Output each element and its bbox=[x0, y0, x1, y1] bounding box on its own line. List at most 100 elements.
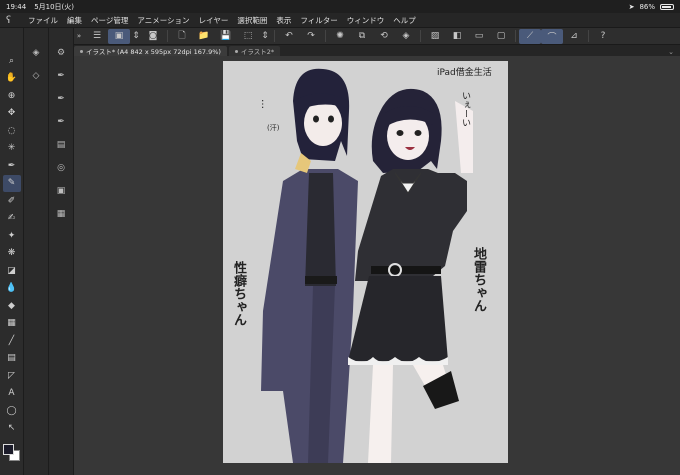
menu-file[interactable]: ファイル bbox=[28, 15, 58, 26]
snap-grid-icon[interactable]: ⊿ bbox=[563, 29, 585, 44]
pen-icon[interactable]: ✎ bbox=[2, 174, 21, 192]
status-bar: 19:44 5月10日(火) ➤ 86% bbox=[0, 0, 680, 13]
canvas-text-sweat: (汗) bbox=[267, 124, 280, 132]
clear-selection-icon[interactable]: ▨ bbox=[424, 29, 446, 44]
separator bbox=[588, 30, 589, 42]
left-character-shirt bbox=[305, 173, 336, 286]
hamburger-menu-icon[interactable]: ☰ bbox=[86, 29, 108, 44]
move-icon[interactable]: ✥ bbox=[3, 105, 21, 122]
gradient-icon[interactable]: ▦ bbox=[3, 315, 21, 332]
loading-icon[interactable]: ✺ bbox=[329, 29, 351, 44]
canvas-text-name-right: 地雷ちゃん bbox=[471, 247, 486, 312]
menu-window[interactable]: ウィンドウ bbox=[347, 15, 385, 26]
drawing-canvas[interactable]: iPad借金生活 いぇーい … (汗) 性癖ちゃん 地雷ちゃん bbox=[223, 61, 508, 463]
snap-ruler-icon[interactable]: ⟋ bbox=[519, 28, 541, 44]
left-character-face bbox=[304, 100, 342, 146]
subtool-grid-icon[interactable]: ▦ bbox=[52, 205, 70, 222]
foreground-color-swatch[interactable] bbox=[3, 444, 14, 455]
brush-icon[interactable]: ✍ bbox=[3, 210, 21, 227]
expand-right-icon[interactable]: » bbox=[72, 29, 86, 44]
magic-wand-icon[interactable]: ✳ bbox=[3, 140, 21, 157]
tab-illust-1[interactable]: イラスト* (A4 842 x 595px 72dpi 167.9%) bbox=[74, 46, 227, 56]
canvas-text-say-left: … bbox=[259, 99, 270, 109]
fill-icon[interactable]: ◈ bbox=[395, 29, 417, 44]
menu-edit[interactable]: 編集 bbox=[67, 15, 82, 26]
edit-mode-icon[interactable]: ▣ bbox=[108, 28, 130, 44]
export-icon[interactable]: ⬚ bbox=[237, 29, 259, 44]
stepper-2-icon[interactable]: ⇕ bbox=[259, 29, 271, 44]
subtool-pen-icon[interactable]: ✒ bbox=[52, 67, 70, 84]
invert-icon[interactable]: ◧ bbox=[446, 29, 468, 44]
layers-2-icon[interactable]: ◇ bbox=[27, 67, 45, 84]
tab-dot-icon bbox=[234, 49, 238, 53]
help-icon[interactable]: ? bbox=[592, 29, 614, 44]
transform-icon[interactable]: ⧉ bbox=[351, 29, 373, 44]
subtool-doc-icon[interactable]: ▤ bbox=[52, 136, 70, 153]
zoom-icon[interactable]: ⌕ bbox=[3, 52, 21, 69]
save-icon[interactable]: 💾 bbox=[215, 29, 237, 44]
separator bbox=[325, 30, 326, 42]
open-file-icon[interactable]: 📁 bbox=[193, 29, 215, 44]
right-character-skirt bbox=[348, 276, 448, 361]
blend-icon[interactable]: 💧 bbox=[3, 280, 21, 297]
left-character-eye bbox=[313, 115, 319, 123]
text-icon[interactable]: A bbox=[3, 385, 21, 402]
subtool-pen-2-icon[interactable]: ✒ bbox=[52, 90, 70, 107]
subtool-save-icon[interactable]: ▣ bbox=[52, 182, 70, 199]
canvas-workspace[interactable]: iPad借金生活 いぇーい … (汗) 性癖ちゃん 地雷ちゃん bbox=[74, 56, 680, 475]
status-time: 19:44 bbox=[6, 2, 27, 11]
deselect-icon[interactable]: ▢ bbox=[490, 29, 512, 44]
location-icon: ➤ bbox=[628, 2, 635, 11]
menu-filter[interactable]: フィルター bbox=[300, 15, 337, 26]
separator bbox=[515, 30, 516, 42]
redo-icon[interactable]: ↷ bbox=[300, 29, 322, 44]
canvas-text-name-left: 性癖ちゃん bbox=[231, 261, 246, 326]
canvas-text-title: iPad借金生活 bbox=[437, 68, 492, 78]
layers-icon[interactable]: ◈ bbox=[27, 44, 45, 61]
stepper-icon[interactable]: ⇕ bbox=[130, 29, 142, 44]
eyedropper-icon[interactable]: ✒ bbox=[3, 157, 21, 174]
left-character-belt bbox=[305, 276, 337, 284]
subtool-pen-3-icon[interactable]: ✒ bbox=[52, 113, 70, 130]
tool-bar: ⌕ ✋ ⊕ ✥ ◌ ✳ ✒ ✎ ✐ ✍ ✦ ❋ ◪ 💧 ◆ ▦ ╱ ▤ ◸ A … bbox=[0, 28, 24, 475]
figure-icon[interactable]: ╱ bbox=[3, 332, 21, 349]
battery-level bbox=[662, 5, 671, 8]
gear-icon[interactable]: ⚙ bbox=[52, 44, 70, 61]
color-record-icon[interactable]: ◙ bbox=[142, 29, 164, 44]
menu-help[interactable]: ヘルプ bbox=[393, 15, 416, 26]
balloon-icon[interactable]: ◯ bbox=[3, 402, 21, 419]
rotate-icon[interactable]: ⟲ bbox=[373, 29, 395, 44]
app-logo-icon[interactable]: ʕ bbox=[6, 15, 20, 26]
airbrush-icon[interactable]: ✦ bbox=[3, 227, 21, 244]
subtool-record-icon[interactable]: ◎ bbox=[52, 159, 70, 176]
tab-label: イラスト* (A4 842 x 595px 72dpi 167.9%) bbox=[86, 48, 221, 56]
lasso-icon[interactable]: ◌ bbox=[3, 122, 21, 139]
status-date: 5月10日(火) bbox=[34, 2, 75, 11]
subtool-bar: ⚙ ✒ ✒ ✒ ▤ ◎ ▣ ▦ bbox=[49, 28, 74, 475]
eyedropper-move-icon[interactable]: ⊕ bbox=[3, 87, 21, 104]
select-all-icon[interactable]: ▭ bbox=[468, 29, 490, 44]
battery-icon bbox=[660, 3, 674, 10]
left-character-eye bbox=[328, 115, 334, 123]
menu-page[interactable]: ページ管理 bbox=[91, 15, 128, 26]
correction-icon[interactable]: ↖ bbox=[3, 420, 21, 437]
chevron-down-icon[interactable]: ⌄ bbox=[668, 48, 680, 56]
menu-layer[interactable]: レイヤー bbox=[199, 15, 229, 26]
ruler-icon[interactable]: ◸ bbox=[3, 367, 21, 384]
undo-icon[interactable]: ↶ bbox=[278, 29, 300, 44]
right-character-leg bbox=[368, 365, 393, 463]
hand-icon[interactable]: ✋ bbox=[3, 70, 21, 87]
tab-illust-2[interactable]: イラスト2* bbox=[228, 46, 281, 56]
menu-selection[interactable]: 選択範囲 bbox=[237, 15, 267, 26]
right-character-eye bbox=[414, 130, 422, 136]
decoration-icon[interactable]: ❋ bbox=[3, 245, 21, 262]
subtool-group-bar: ◈ ◇ bbox=[24, 28, 49, 475]
snap-curve-icon[interactable]: ⌒ bbox=[541, 28, 563, 44]
frame-icon[interactable]: ▤ bbox=[3, 350, 21, 367]
new-file-icon[interactable]: 🗋 bbox=[171, 29, 193, 44]
menu-animation[interactable]: アニメーション bbox=[137, 15, 189, 26]
pencil-icon[interactable]: ✐ bbox=[3, 192, 21, 209]
menu-view[interactable]: 表示 bbox=[276, 15, 291, 26]
fill-bucket-icon[interactable]: ◆ bbox=[3, 297, 21, 314]
eraser-icon[interactable]: ◪ bbox=[3, 262, 21, 279]
